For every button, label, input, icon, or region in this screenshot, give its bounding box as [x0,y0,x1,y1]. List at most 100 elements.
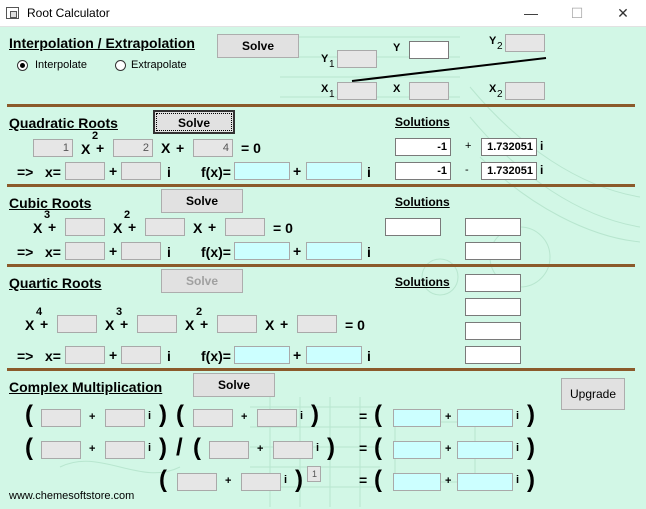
title-bar: Root Calculator — ☐ ✕ [0,0,646,27]
extrapolate-radio[interactable] [115,60,126,71]
complex-c-real-input[interactable] [41,441,81,459]
quadratic-a-input[interactable]: 1 [33,139,73,157]
quadratic-root2-imag: 1.732051 [481,162,537,180]
complex-c-imag-input[interactable] [105,441,145,459]
cubic-x-imag-input[interactable] [121,242,161,260]
quartic-c-input[interactable] [137,315,177,333]
quadratic-plus-4: + [293,163,302,179]
cubic-d-input[interactable] [225,218,265,236]
client-area: Interpolation / Extrapolation Solve Inte… [0,27,646,509]
cubic-plus-5: + [293,243,302,259]
interpolate-radio[interactable] [17,60,28,71]
quadratic-i-label: i [167,164,171,180]
x1-input[interactable] [337,82,377,100]
x2-input[interactable] [505,82,545,100]
complex-quotient-imag [457,441,513,459]
complex-r2-eq: = [359,440,368,456]
quadratic-c-input[interactable]: 4 [193,139,233,157]
complex-e-imag-input[interactable] [241,473,281,491]
quartic-i-label: i [167,348,171,364]
quartic-e-input[interactable] [297,315,337,333]
quadratic-plus-3: + [109,163,118,179]
quadratic-root2-sign: - [465,164,469,176]
cubic-solve-button[interactable]: Solve [161,189,243,213]
y1-subscript: 1 [329,59,335,70]
complex-r1-i1: i [148,410,152,422]
complex-r1-close1: ) [159,401,167,428]
quartic-root1 [465,274,521,292]
quartic-x-real-input[interactable] [65,346,105,364]
complex-power-input[interactable]: 1 [307,466,321,482]
quartic-eq0-label: = 0 [345,317,365,333]
complex-d-real-input[interactable] [209,441,249,459]
complex-solve-button[interactable]: Solve [193,373,275,397]
quadratic-solve-button[interactable]: Solve [153,110,235,134]
x-input[interactable] [409,82,449,100]
cubic-solutions-label: Solutions [395,195,450,209]
complex-r2-close1: ) [159,434,167,461]
complex-r2-i1: i [148,442,152,454]
quadratic-plus-2: + [176,140,185,156]
quadratic-fx-label: f(x)= [201,164,231,180]
complex-a-imag-input[interactable] [105,409,145,427]
cubic-x-real-input[interactable] [65,242,105,260]
complex-r3-i1: i [284,474,288,486]
quartic-arrow-label: => [17,348,34,364]
cubic-b-input[interactable] [65,218,105,236]
separator-4 [7,368,635,371]
quartic-b-input[interactable] [57,315,97,333]
y-label: Y [393,42,401,54]
complex-divide-label: / [176,434,183,461]
window-title: Root Calculator [27,6,110,20]
background-watermark [59,36,641,507]
complex-r1-plus3: + [445,411,452,423]
complex-b-real-input[interactable] [193,409,233,427]
quadratic-arrow-label: => [17,164,34,180]
separator-2 [7,184,635,187]
minimize-button[interactable]: — [508,0,554,27]
quadratic-x-imag-input[interactable] [121,162,161,180]
close-button[interactable]: ✕ [600,0,646,27]
x1-label: X [321,83,329,95]
upgrade-button[interactable]: Upgrade [561,378,625,410]
complex-title: Complex Multiplication [9,379,163,395]
quadratic-root1-i: i [540,139,544,153]
complex-b-imag-input[interactable] [257,409,297,427]
quartic-solve-button[interactable]: Solve [161,269,243,293]
quadratic-b-input[interactable]: 2 [113,139,153,157]
y1-label: Y [321,53,329,65]
cubic-c-input[interactable] [145,218,185,236]
x-label: X [393,83,401,95]
quartic-root3 [465,322,521,340]
quartic-fx-imag-output [306,346,362,364]
complex-power-imag [457,473,513,491]
y2-label: Y [489,35,497,47]
website-link[interactable]: www.chemesoftstore.com [9,490,134,502]
complex-r3-i2: i [516,474,520,486]
quadratic-root1-imag: 1.732051 [481,138,537,156]
complex-quotient-real [393,441,441,459]
x1-subscript: 1 [329,89,335,100]
interpolation-solve-button[interactable]: Solve [217,34,299,58]
quadratic-fx-imag-output [306,162,362,180]
quartic-x3-label: X [105,317,115,333]
cubic-plus-1: + [48,219,57,235]
quartic-x-imag-input[interactable] [121,346,161,364]
complex-a-real-input[interactable] [41,409,81,427]
quartic-fx-real-output [234,346,290,364]
complex-r3-open2: ( [374,466,382,493]
complex-r3-close2: ) [527,466,535,493]
cubic-plus-2: + [128,219,137,235]
complex-d-imag-input[interactable] [273,441,313,459]
complex-e-real-input[interactable] [177,473,217,491]
quartic-d-input[interactable] [217,315,257,333]
y2-input[interactable] [505,34,545,52]
complex-r1-open3: ( [374,401,382,428]
cubic-fx-imag-output [306,242,362,260]
quadratic-i2-label: i [367,164,371,180]
maximize-button[interactable]: ☐ [554,0,600,27]
complex-r2-i2: i [316,442,320,454]
complex-r1-plus2: + [241,411,248,423]
cubic-i-label: i [167,244,171,260]
quadratic-x-real-input[interactable] [65,162,105,180]
